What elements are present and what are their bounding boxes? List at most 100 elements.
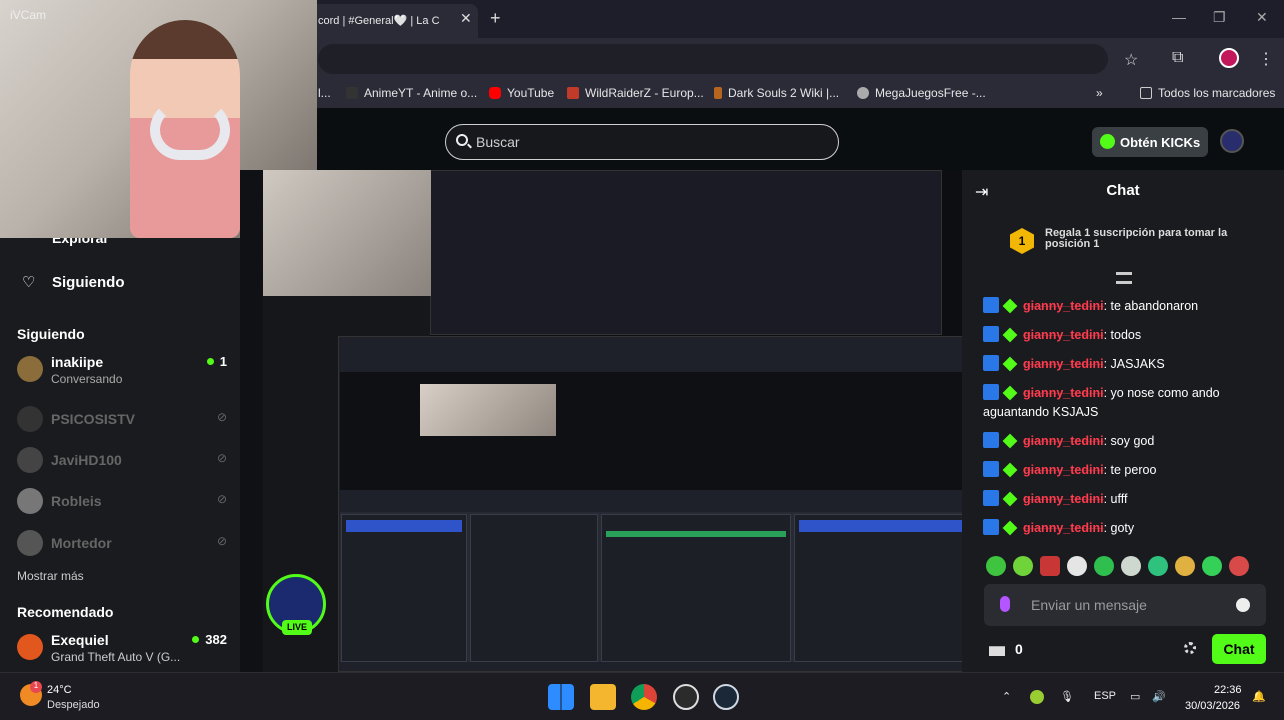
- sub-badge-icon: [1002, 491, 1018, 507]
- bookmark-item[interactable]: YouTube: [489, 86, 554, 100]
- avatar: [17, 488, 43, 514]
- user-avatar[interactable]: [1220, 129, 1244, 153]
- profile-avatar[interactable]: [1219, 48, 1239, 68]
- sidebar-channel-robleis[interactable]: Robleis ⊘: [17, 486, 227, 522]
- browser-tab[interactable]: cord | #General🤍 | La C: [300, 4, 478, 38]
- bookmark-star-icon[interactable]: ☆: [1124, 50, 1138, 70]
- sub-badge-icon: [1002, 433, 1018, 449]
- nav-following[interactable]: Siguiendo: [52, 274, 125, 291]
- chat-message: gianny_tedini: te peroo: [983, 461, 1273, 480]
- gift-sub-banner[interactable]: Regala 1 suscripción para tomar la posic…: [1045, 228, 1275, 250]
- chat-message: gianny_tedini: todos: [983, 326, 1273, 345]
- chat-username[interactable]: gianny_tedini: [1023, 357, 1104, 371]
- folder-icon: [1140, 87, 1152, 99]
- sub-badge-icon: [1002, 327, 1018, 343]
- minimize-icon[interactable]: —: [1172, 9, 1186, 25]
- chat-username[interactable]: gianny_tedini: [1023, 463, 1104, 477]
- emote-icon[interactable]: [1094, 556, 1114, 576]
- avatar: [17, 634, 43, 660]
- chat-input[interactable]: Enviar un mensaje: [984, 584, 1266, 626]
- tray-overflow-icon[interactable]: ⌃: [1002, 690, 1011, 703]
- sub-badge-icon: [1002, 356, 1018, 372]
- sub-badge-icon: [1002, 520, 1018, 536]
- emote-icon[interactable]: [1175, 556, 1195, 576]
- sidebar-channel-exequiel[interactable]: Exequiel Grand Theft Auto V (G... 382: [17, 632, 227, 668]
- offline-icon: ⊘: [216, 451, 227, 465]
- extensions-icon[interactable]: ⧉: [1172, 49, 1183, 67]
- bookmark-item[interactable]: Dark Souls 2 Wiki |...: [714, 86, 839, 100]
- sidebar-channel-psicosistv[interactable]: PSICOSISTV ⊘: [17, 404, 227, 440]
- sub-badge-icon: [1002, 462, 1018, 478]
- clock-time[interactable]: 22:36: [1214, 684, 1242, 696]
- emote-icon[interactable]: [1067, 556, 1087, 576]
- sidebar-channel-javihd100[interactable]: JaviHD100 ⊘: [17, 445, 227, 481]
- clock-date[interactable]: 30/03/2026: [1185, 700, 1240, 712]
- chat-username[interactable]: gianny_tedini: [1023, 328, 1104, 342]
- send-chat-button[interactable]: Chat: [1212, 634, 1266, 664]
- menu-icon[interactable]: ⋮: [1258, 49, 1274, 69]
- emote-icon[interactable]: [1148, 556, 1168, 576]
- bookmark-item[interactable]: AnimeYT - Anime o...: [346, 86, 477, 100]
- bookmark-item[interactable]: MegaJuegosFree -...: [857, 86, 986, 100]
- tray-mic-icon[interactable]: 🎙: [1060, 690, 1074, 703]
- windows-start-icon[interactable]: [548, 684, 574, 710]
- gear-icon[interactable]: [1184, 642, 1196, 654]
- chat-message: gianny_tedini: goty: [983, 519, 1273, 538]
- bookmark-item[interactable]: WildRaiderZ - Europ...: [567, 86, 704, 100]
- bookmarks-overflow-icon[interactable]: »: [1096, 86, 1103, 100]
- chat-username[interactable]: gianny_tedini: [1023, 386, 1104, 400]
- volume-icon[interactable]: 🔊: [1152, 690, 1166, 703]
- heart-icon: ♡: [22, 274, 36, 291]
- close-tab-icon[interactable]: ✕: [460, 10, 472, 27]
- chat-username[interactable]: gianny_tedini: [1023, 521, 1104, 535]
- emote-bar: [986, 556, 1266, 578]
- mic-icon[interactable]: [1000, 596, 1010, 612]
- verified-badge-icon: [983, 326, 999, 342]
- file-explorer-icon[interactable]: [590, 684, 616, 710]
- nested-webcam-capture: [263, 170, 431, 296]
- all-bookmarks-button[interactable]: Todos los marcadores: [1140, 86, 1275, 100]
- verified-badge-icon: [983, 461, 999, 477]
- tray-app-icon[interactable]: [1030, 690, 1044, 704]
- emote-icon[interactable]: [1202, 556, 1222, 576]
- kicks-coin-icon: [1100, 134, 1115, 149]
- search-icon: [456, 134, 468, 146]
- chrome-icon[interactable]: [631, 684, 657, 710]
- language-indicator[interactable]: ESP: [1094, 690, 1116, 702]
- weather-desc: Despejado: [47, 699, 100, 711]
- close-window-icon[interactable]: ✕: [1256, 9, 1268, 26]
- obs-controls-panel: [794, 514, 970, 662]
- emote-icon[interactable]: [986, 556, 1006, 576]
- emote-icon[interactable]: [1013, 556, 1033, 576]
- emote-icon[interactable]: [1040, 556, 1060, 576]
- sidebar-channel-inakiipe[interactable]: inakiipe Conversando 1: [17, 354, 227, 390]
- offline-icon: ⊘: [216, 534, 227, 548]
- emoji-picker-icon[interactable]: [1236, 598, 1250, 612]
- network-icon[interactable]: ▭: [1130, 690, 1140, 703]
- verified-badge-icon: [983, 355, 999, 371]
- show-more-link[interactable]: Mostrar más: [17, 569, 84, 583]
- pinned-icon[interactable]: [1116, 272, 1132, 284]
- chat-username[interactable]: gianny_tedini: [1023, 492, 1104, 506]
- obs-icon[interactable]: [673, 684, 699, 710]
- steam-icon[interactable]: [713, 684, 739, 710]
- url-input[interactable]: [318, 44, 1108, 74]
- avatar: [17, 530, 43, 556]
- chat-username[interactable]: gianny_tedini: [1023, 434, 1104, 448]
- kicks-balance[interactable]: 0: [989, 641, 1023, 657]
- sidebar-channel-mortedor[interactable]: Mortedor ⊘: [17, 528, 227, 564]
- notification-bell-icon[interactable]: 🔔: [1252, 690, 1266, 703]
- chat-username[interactable]: gianny_tedini: [1023, 299, 1104, 313]
- sub-badge-icon: [1002, 298, 1018, 314]
- avatar: [17, 406, 43, 432]
- verified-badge-icon: [983, 384, 999, 400]
- offline-icon: ⊘: [216, 492, 227, 506]
- emote-icon[interactable]: [1229, 556, 1249, 576]
- restore-icon[interactable]: ❐: [1213, 9, 1226, 26]
- youtube-icon: [489, 87, 501, 99]
- emote-icon[interactable]: [1121, 556, 1141, 576]
- wildraiderz-icon: [567, 87, 579, 99]
- search-input[interactable]: Buscar: [445, 124, 839, 160]
- bookmark-item[interactable]: l...: [318, 86, 331, 100]
- new-tab-icon[interactable]: +: [490, 8, 501, 29]
